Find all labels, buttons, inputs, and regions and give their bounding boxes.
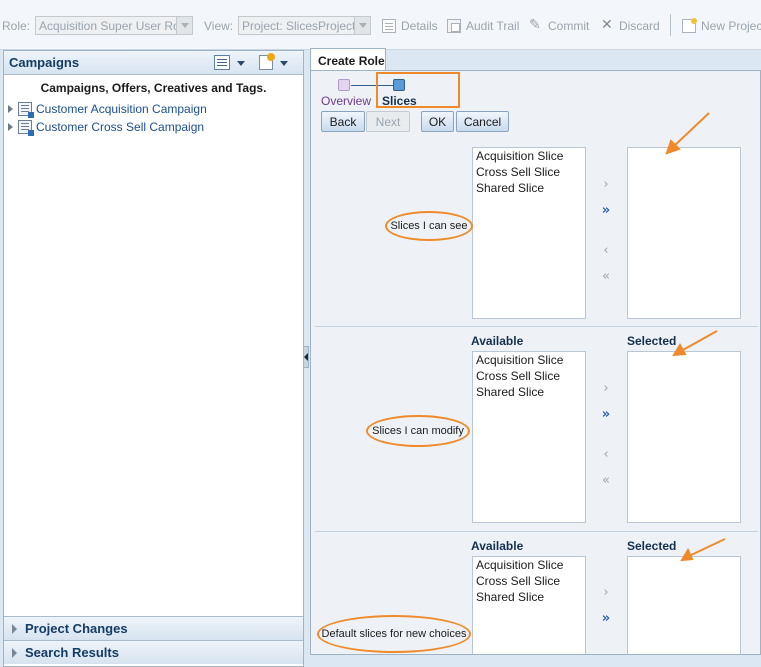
list-view-icon[interactable] bbox=[214, 55, 230, 70]
audit-trail-button[interactable]: Audit Trail bbox=[447, 17, 519, 35]
commit-button[interactable]: Commit bbox=[529, 17, 589, 35]
commit-label: Commit bbox=[548, 19, 590, 33]
details-label: Details bbox=[401, 19, 438, 33]
role-select-value: Acquisition Super User Role bbox=[39, 19, 190, 33]
tree-item-label[interactable]: Customer Cross Sell Campaign bbox=[36, 120, 204, 134]
chevron-down-icon[interactable] bbox=[280, 61, 288, 66]
new-project-icon bbox=[682, 18, 697, 33]
campaigns-panel-header: Campaigns bbox=[4, 51, 303, 75]
details-button[interactable]: Details bbox=[382, 17, 438, 35]
tree-item-customer-acquisition-campaign[interactable]: Customer Acquisition Campaign bbox=[8, 101, 207, 118]
campaigns-panel: Campaigns Campaigns, Offers, Creatives a… bbox=[3, 50, 304, 667]
chevron-right-icon bbox=[12, 647, 17, 658]
view-label: View: bbox=[204, 19, 234, 33]
accordion-label: Search Results bbox=[25, 645, 119, 660]
chevron-down-icon bbox=[176, 17, 192, 34]
view-select[interactable]: Project: SlicesProject1 bbox=[238, 16, 371, 35]
chevron-right-icon bbox=[12, 623, 17, 634]
chevron-down-icon bbox=[354, 17, 370, 34]
discard-icon bbox=[600, 17, 614, 33]
tree-item-customer-cross-sell-campaign[interactable]: Customer Cross Sell Campaign bbox=[8, 119, 204, 136]
tree-item-label[interactable]: Customer Acquisition Campaign bbox=[36, 102, 207, 116]
tab-create-role[interactable]: Create Role bbox=[310, 48, 386, 71]
discard-label: Discard bbox=[619, 19, 660, 33]
panel-title: Campaigns bbox=[9, 55, 80, 70]
campaign-icon bbox=[18, 102, 34, 118]
accordion-label: Project Changes bbox=[25, 621, 128, 636]
top-toolbar: Role: Acquisition Super User Role View: … bbox=[0, 0, 761, 50]
view-select-value: Project: SlicesProject1 bbox=[242, 19, 363, 33]
panel-subtitle: Campaigns, Offers, Creatives and Tags. bbox=[40, 81, 267, 95]
role-select[interactable]: Acquisition Super User Role bbox=[35, 16, 193, 35]
panel-splitter[interactable] bbox=[303, 346, 309, 368]
commit-icon bbox=[529, 17, 543, 33]
chevron-down-icon[interactable] bbox=[237, 61, 245, 66]
annotation-arrows bbox=[665, 112, 726, 562]
campaign-icon bbox=[18, 120, 34, 136]
accordion-project-changes[interactable]: Project Changes bbox=[4, 616, 303, 640]
arrowhead-icon bbox=[680, 547, 694, 562]
details-icon bbox=[382, 19, 396, 33]
expand-icon[interactable] bbox=[8, 123, 13, 131]
audit-trail-label: Audit Trail bbox=[466, 19, 520, 33]
create-role-panel: Overview Slices Back Next OK Cancel Acqu… bbox=[310, 70, 761, 655]
discard-button[interactable]: Discard bbox=[600, 17, 660, 35]
role-label: Role: bbox=[2, 19, 31, 33]
new-item-icon[interactable] bbox=[259, 53, 275, 70]
expand-icon[interactable] bbox=[8, 105, 13, 113]
annotation-arrow bbox=[672, 112, 710, 148]
toolbar-separator bbox=[670, 14, 671, 36]
audit-trail-icon bbox=[447, 19, 461, 33]
new-project-label: New Project bbox=[701, 19, 761, 33]
arrowhead-icon bbox=[672, 343, 687, 357]
annotation-arrow bbox=[680, 330, 718, 352]
accordion-search-results[interactable]: Search Results bbox=[4, 640, 303, 664]
new-project-button[interactable]: New Project bbox=[682, 17, 761, 35]
annotation-arrow bbox=[688, 538, 726, 557]
